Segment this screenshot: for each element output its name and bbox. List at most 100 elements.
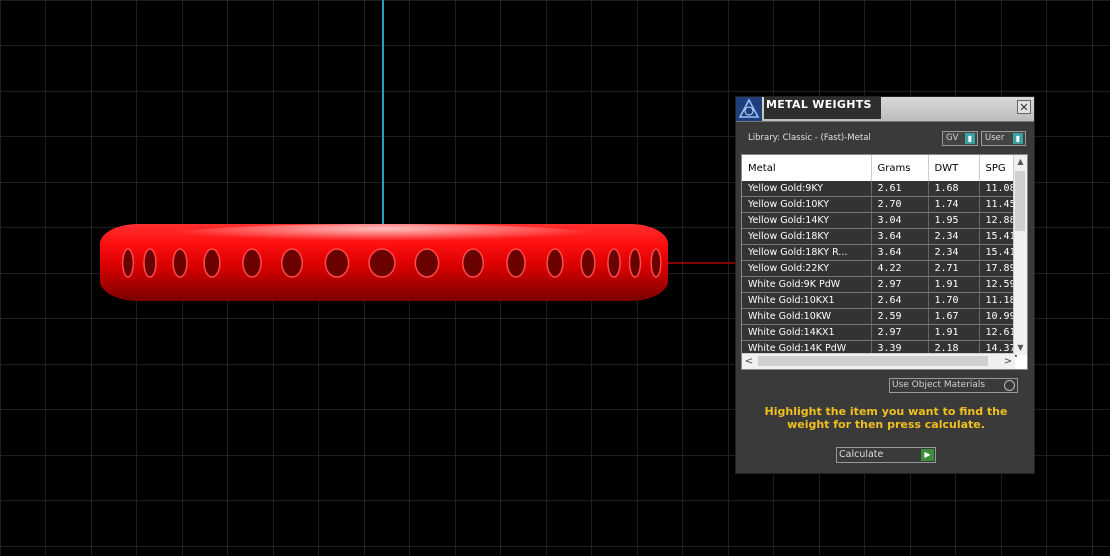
cell-spg: 17.89	[979, 260, 1017, 277]
cell-grams: 2.70	[871, 196, 929, 213]
cell-spg: 11.08	[979, 181, 1017, 197]
ring-model[interactable]	[100, 224, 668, 301]
calculate-button[interactable]: Calculate ▶	[836, 447, 936, 463]
cell-grams: 2.97	[871, 276, 929, 293]
cell-spg: 11.45	[979, 196, 1017, 213]
ring-hole	[414, 248, 440, 278]
vertical-scroll-thumb[interactable]	[1015, 171, 1025, 231]
cell-dwt: 2.34	[928, 244, 980, 261]
table-row[interactable]: Yellow Gold:9KY 2.61 1.68 11.08	[742, 181, 1017, 197]
cell-metal: Yellow Gold:22KY	[742, 260, 872, 277]
column-header-spg[interactable]: SPG	[979, 155, 1017, 181]
ring-hole	[242, 248, 262, 278]
cell-spg: 15.41	[979, 244, 1017, 261]
cell-metal: White Gold:14KX1	[742, 324, 872, 341]
table-row[interactable]: White Gold:9K PdW 2.97 1.91 12.59	[742, 276, 1017, 293]
cell-dwt: 2.34	[928, 228, 980, 245]
cell-grams: 3.04	[871, 212, 929, 229]
hint-text: Highlight the item you want to find the …	[764, 405, 1008, 431]
cell-metal: Yellow Gold:9KY	[742, 181, 872, 197]
column-header-dwt[interactable]: DWT	[928, 155, 980, 181]
user-toggle-label: User	[985, 133, 1005, 143]
cell-spg: 12.88	[979, 212, 1017, 229]
ring-hole	[546, 248, 564, 278]
cell-spg: 12.61	[979, 324, 1017, 341]
toggle-knob-icon: ▮	[1013, 133, 1023, 144]
ring-hole	[172, 248, 188, 278]
cell-dwt: 1.91	[928, 324, 980, 341]
cell-dwt: 1.95	[928, 212, 980, 229]
column-header-metal[interactable]: Metal	[742, 155, 872, 181]
table-row[interactable]: Yellow Gold:10KY 2.70 1.74 11.45	[742, 196, 1017, 213]
cell-grams: 2.61	[871, 181, 929, 197]
table-header-row: Metal Grams DWT SPG	[742, 155, 1017, 181]
table-row[interactable]: Yellow Gold:18KY 3.64 2.34 15.41	[742, 228, 1017, 245]
toggle-knob-icon: ▮	[965, 133, 975, 144]
table-row[interactable]: White Gold:10KW 2.59 1.67 10.99	[742, 308, 1017, 325]
cell-metal: White Gold:10KX1	[742, 292, 872, 309]
cell-grams: 2.59	[871, 308, 929, 325]
cell-grams: 3.64	[871, 228, 929, 245]
cell-metal: White Gold:10KW	[742, 308, 872, 325]
metal-table[interactable]: Metal Grams DWT SPG Yellow Gold:9KY 2.61 1…	[741, 154, 1028, 370]
scroll-down-icon[interactable]: ▼	[1014, 341, 1027, 355]
ring-hole	[628, 248, 642, 278]
table-row[interactable]: Yellow Gold:14KY 3.04 1.95 12.88	[742, 212, 1017, 229]
vertical-scrollbar[interactable]: ▲ ▼	[1013, 155, 1027, 355]
cell-metal: Yellow Gold:18KY	[742, 228, 872, 245]
cell-dwt: 1.67	[928, 308, 980, 325]
ring-hole	[368, 248, 396, 278]
ring-hole	[143, 248, 157, 278]
ring-hole	[121, 248, 135, 278]
user-toggle[interactable]: User ▮	[981, 131, 1026, 146]
column-header-grams[interactable]: Grams	[871, 155, 929, 181]
cell-grams: 3.64	[871, 244, 929, 261]
cell-dwt: 1.74	[928, 196, 980, 213]
cell-dwt: 1.70	[928, 292, 980, 309]
panel-title: METAL WEIGHTS	[764, 97, 881, 119]
app-logo-icon	[736, 97, 762, 121]
cell-metal: Yellow Gold:18KY R...	[742, 244, 872, 261]
ring-hole	[580, 248, 596, 278]
use-object-materials-label: Use Object Materials	[892, 380, 986, 390]
cell-spg: 11.18	[979, 292, 1017, 309]
ring-hole	[607, 248, 621, 278]
cell-spg: 12.59	[979, 276, 1017, 293]
cell-grams: 4.22	[871, 260, 929, 277]
cell-metal: Yellow Gold:10KY	[742, 196, 872, 213]
cell-grams: 2.64	[871, 292, 929, 309]
play-icon: ▶	[921, 449, 934, 461]
ring-hole	[280, 248, 304, 278]
radio-icon[interactable]	[1004, 380, 1015, 391]
cell-dwt: 1.91	[928, 276, 980, 293]
table-row[interactable]: Yellow Gold:18KY R... 3.64 2.34 15.41	[742, 244, 1017, 261]
gv-toggle[interactable]: GV ▮	[942, 131, 978, 146]
cell-dwt: 1.68	[928, 181, 980, 197]
scroll-right-icon[interactable]: >	[1001, 354, 1015, 369]
ring-hole	[203, 248, 221, 278]
cell-spg: 10.99	[979, 308, 1017, 325]
panel-titlebar[interactable]: METAL WEIGHTS ✕	[736, 97, 1034, 122]
calculate-label: Calculate	[839, 449, 884, 460]
scroll-left-icon[interactable]: <	[742, 354, 756, 369]
horizontal-scrollbar[interactable]: < >	[742, 353, 1015, 369]
close-icon[interactable]: ✕	[1017, 100, 1031, 114]
cell-metal: Yellow Gold:14KY	[742, 212, 872, 229]
ring-hole	[650, 248, 662, 278]
scroll-up-icon[interactable]: ▲	[1014, 155, 1027, 169]
cell-grams: 2.97	[871, 324, 929, 341]
use-object-materials-option[interactable]: Use Object Materials	[889, 378, 1018, 393]
ring-hole	[506, 248, 526, 278]
table-row[interactable]: Yellow Gold:22KY 4.22 2.71 17.89	[742, 260, 1017, 277]
gv-toggle-label: GV	[946, 133, 959, 143]
metal-weights-panel: METAL WEIGHTS ✕ Library: Classic - (Fast…	[735, 96, 1035, 474]
cell-dwt: 2.71	[928, 260, 980, 277]
table-row[interactable]: White Gold:14KX1 2.97 1.91 12.61	[742, 324, 1017, 341]
cell-spg: 15.41	[979, 228, 1017, 245]
cell-metal: White Gold:9K PdW	[742, 276, 872, 293]
ring-hole	[324, 248, 350, 278]
ring-hole	[461, 248, 485, 278]
library-label: Library: Classic - (Fast)-Metal	[748, 133, 871, 143]
table-row[interactable]: White Gold:10KX1 2.64 1.70 11.18	[742, 292, 1017, 309]
horizontal-scroll-thumb[interactable]	[758, 356, 988, 366]
